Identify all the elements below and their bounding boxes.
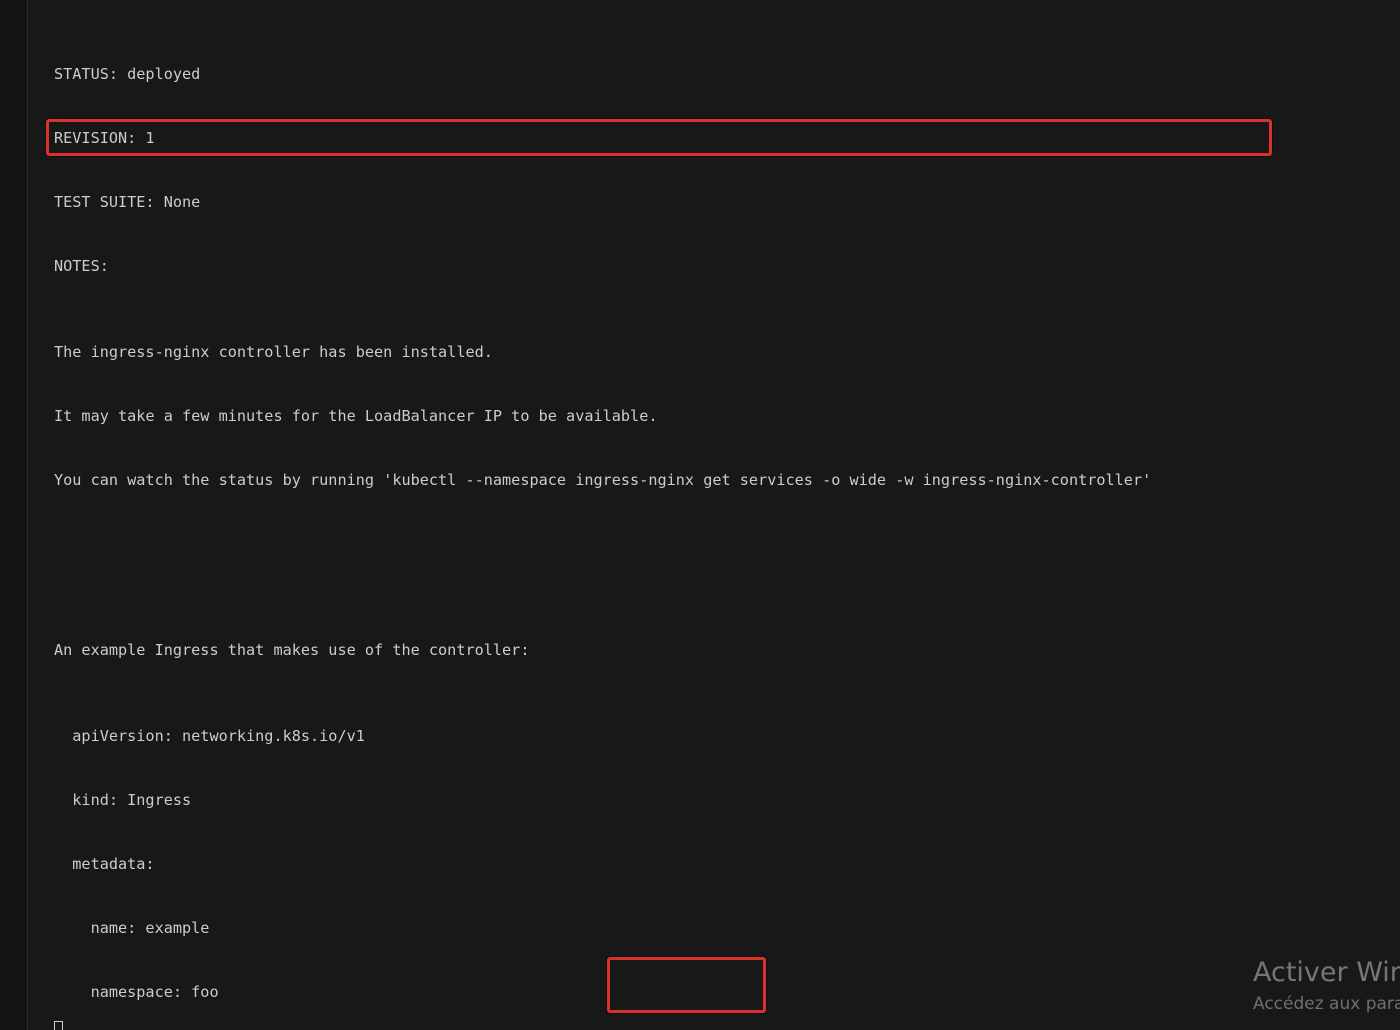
notes-line-watch-status: You can watch the status by running 'kub…	[54, 470, 1152, 489]
ingress-yaml-line: metadata:	[54, 854, 155, 873]
console-gutter-divider	[27, 0, 28, 1030]
ingress-yaml-line: namespace: foo	[54, 982, 219, 1001]
helm-status-line: STATUS: deployed	[54, 65, 201, 84]
powershell-terminal-window[interactable]: STATUS: deployed REVISION: 1 TEST SUITE:…	[0, 0, 1400, 1030]
console-output: STATUS: deployed REVISION: 1 TEST SUITE:…	[54, 0, 1400, 1030]
terminal-cursor	[54, 1021, 63, 1030]
ingress-yaml-line: apiVersion: networking.k8s.io/v1	[54, 726, 365, 745]
ingress-example-intro: An example Ingress that makes use of the…	[54, 641, 530, 660]
notes-line-loadbalancer-wait: It may take a few minutes for the LoadBa…	[54, 406, 658, 425]
helm-test-suite-line: TEST SUITE: None	[54, 193, 201, 212]
ingress-yaml-line: name: example	[54, 918, 210, 937]
ingress-yaml-line: kind: Ingress	[54, 790, 192, 809]
console-left-gutter	[0, 0, 27, 1030]
notes-line-installed: The ingress-nginx controller has been in…	[54, 342, 493, 361]
helm-notes-label: NOTES:	[54, 257, 109, 276]
helm-revision-line: REVISION: 1	[54, 129, 155, 148]
